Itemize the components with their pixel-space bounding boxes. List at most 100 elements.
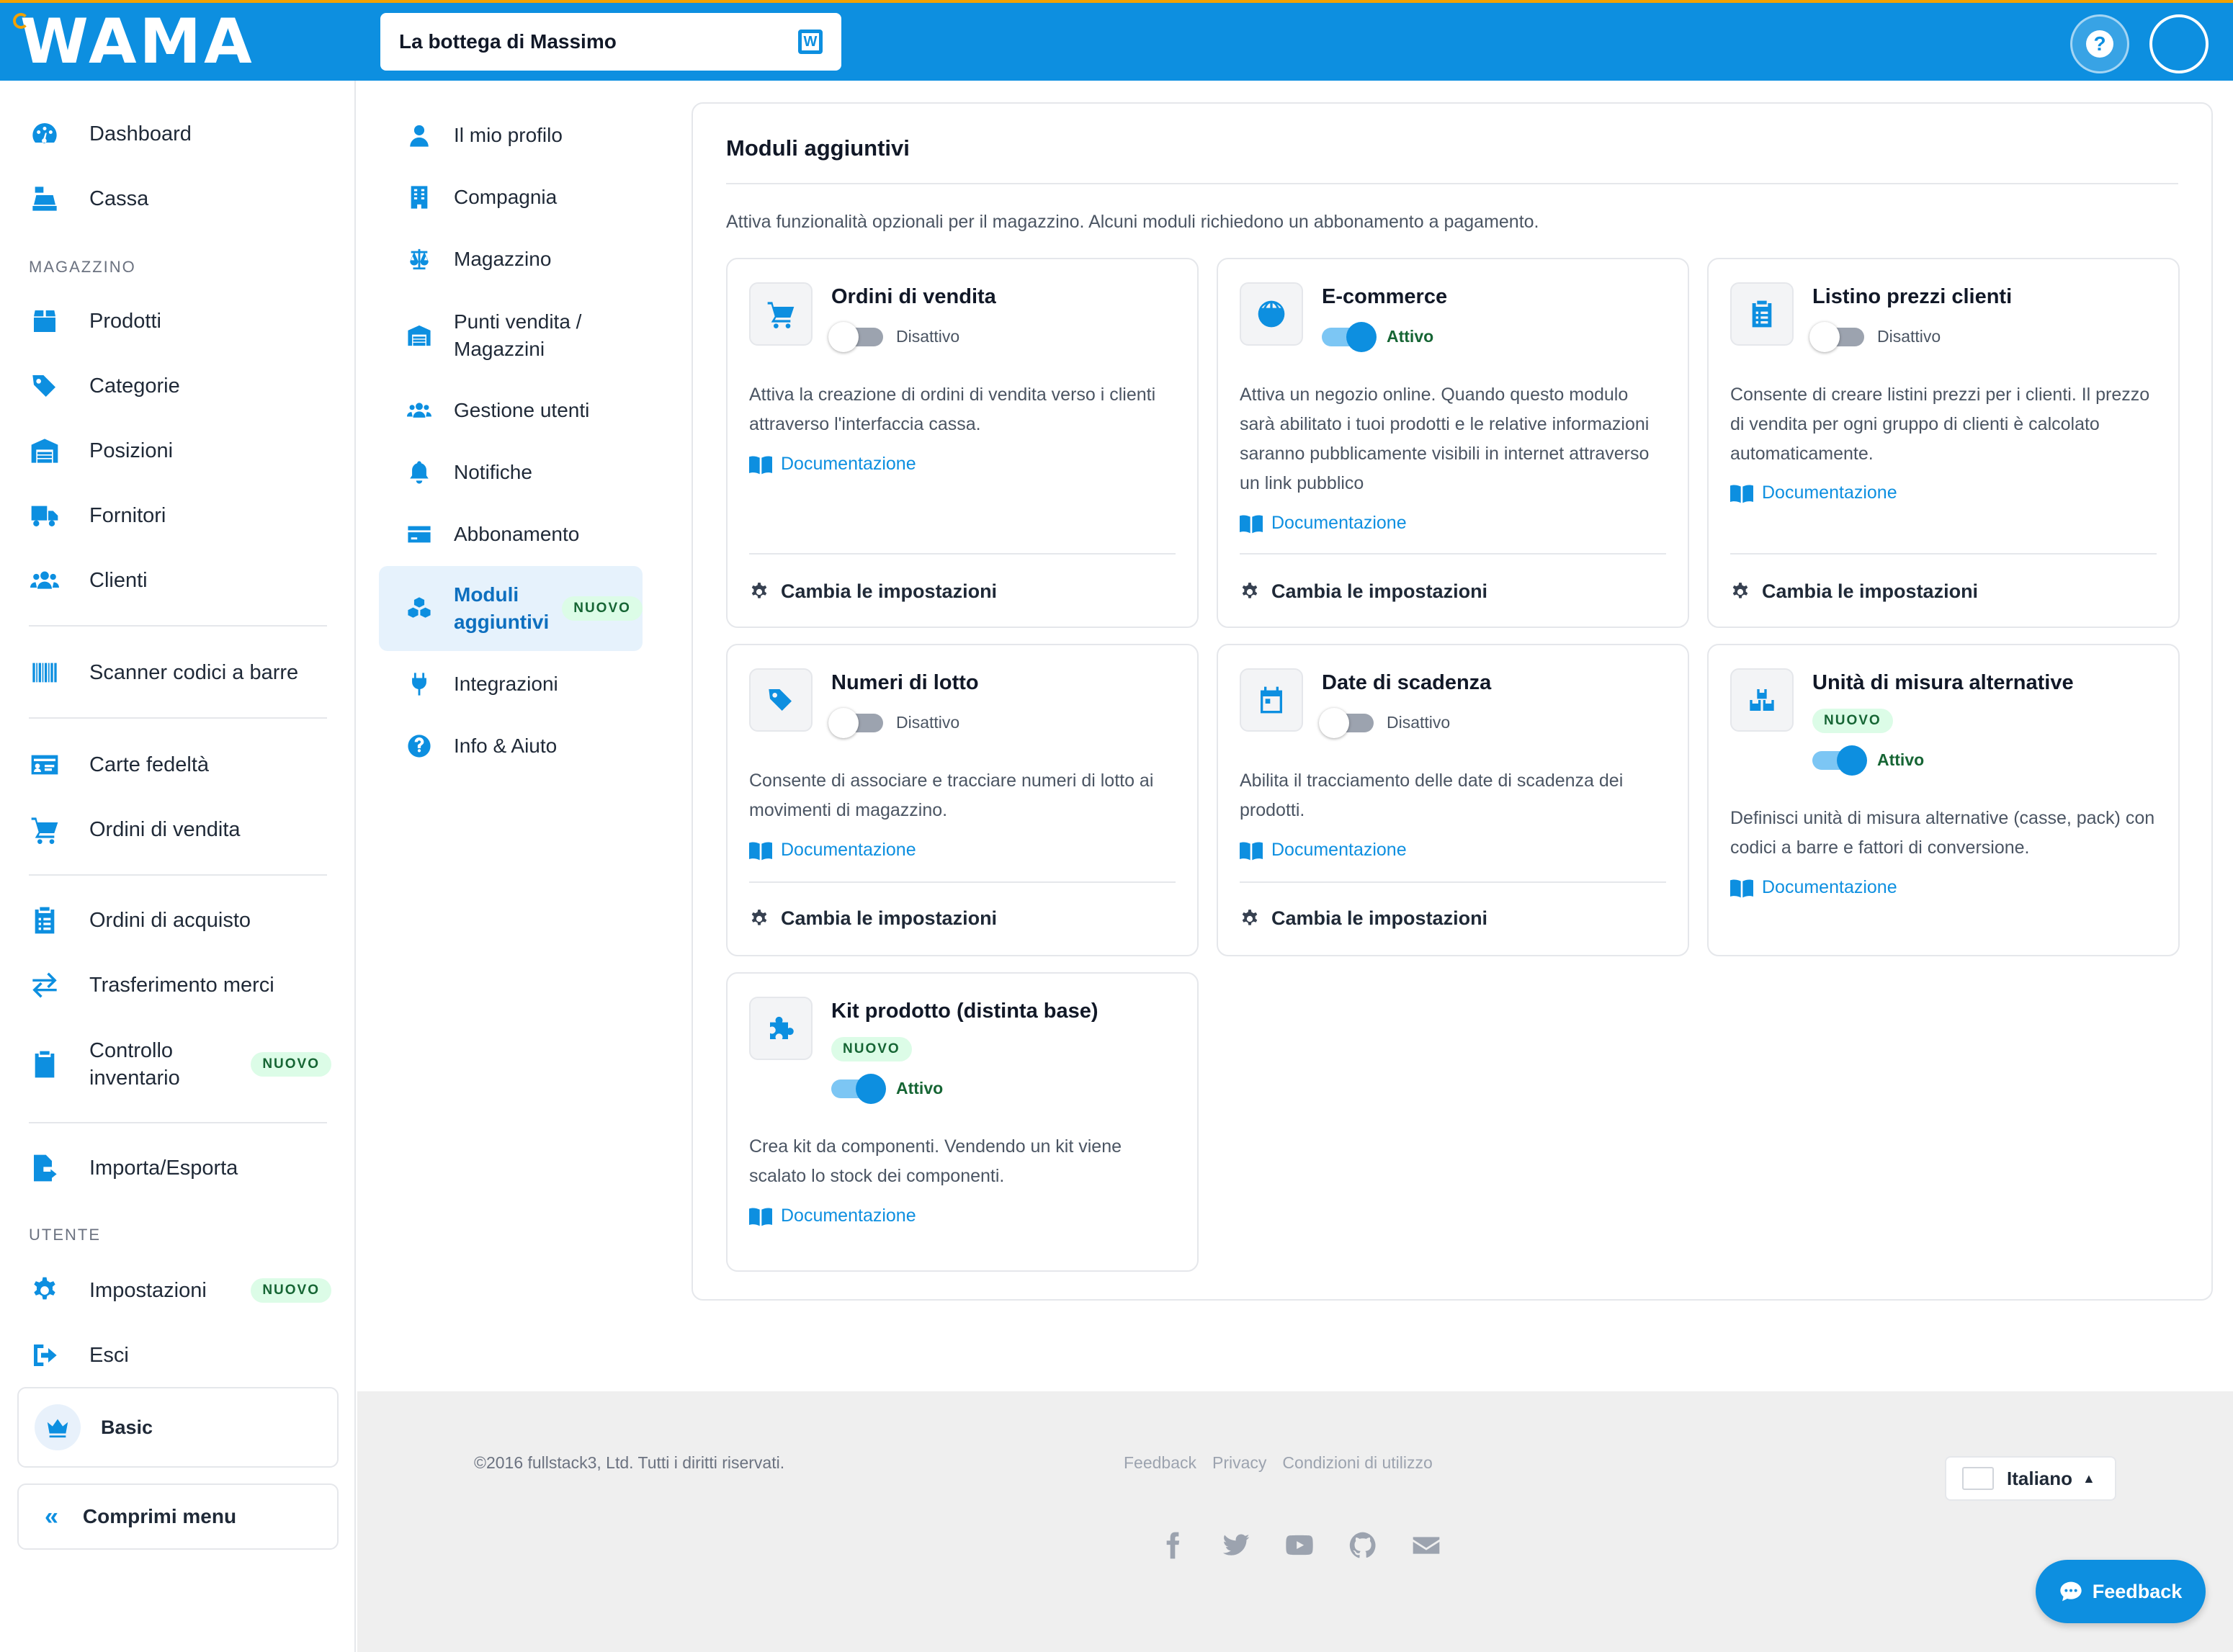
- gear-icon: [751, 909, 767, 925]
- clipboard-list-icon: [29, 904, 61, 936]
- sidebar-item-prodotti[interactable]: Prodotti: [29, 292, 331, 350]
- tags-icon: [29, 370, 61, 402]
- store-selector[interactable]: La bottega di Massimo W: [380, 13, 841, 71]
- documentation-link[interactable]: Documentazione: [1730, 482, 1897, 503]
- module-toggle[interactable]: Disattivo: [828, 707, 959, 738]
- subnav-item-magazzino[interactable]: Magazzino: [379, 230, 643, 288]
- card-divider: [1240, 553, 1666, 555]
- change-settings-button[interactable]: Cambia le impostazioni: [749, 907, 997, 930]
- toggle-status: Attivo: [1387, 327, 1434, 346]
- bell-icon: [405, 458, 434, 487]
- warehouse-icon: [29, 435, 61, 467]
- module-card-ecommerce: E-commerce Attivo Attiva un negozio onli…: [1217, 258, 1689, 628]
- puzzle-icon: [749, 997, 813, 1060]
- toggle-track: [1812, 745, 1867, 776]
- module-toggle[interactable]: Attivo: [831, 1073, 943, 1104]
- credit-card-icon: [405, 520, 434, 549]
- sidebar-item-ordini-acquisto[interactable]: Ordini di acquisto: [29, 892, 331, 949]
- sidebar-item-esci[interactable]: Esci: [29, 1326, 331, 1384]
- new-badge: NUOVO: [831, 1037, 912, 1061]
- subnav-item-integrazioni[interactable]: Integrazioni: [379, 655, 643, 713]
- sidebar-item-trasferimento[interactable]: Trasferimento merci: [29, 956, 331, 1014]
- footer-link-terms[interactable]: Condizioni di utilizzo: [1282, 1453, 1432, 1473]
- book-open-icon: [749, 455, 772, 474]
- sidebar-item-impostazioni[interactable]: Impostazioni NUOVO: [29, 1262, 331, 1319]
- toggle-track: [828, 321, 883, 352]
- sidebar-item-importa-esporta[interactable]: Importa/Esporta: [29, 1139, 331, 1197]
- cart-icon: [749, 282, 813, 346]
- module-description: Attiva un negozio online. Quando questo …: [1240, 385, 1650, 493]
- sidebar-item-dashboard[interactable]: Dashboard: [29, 105, 331, 163]
- change-settings-button[interactable]: Cambia le impostazioni: [749, 580, 997, 603]
- plan-indicator[interactable]: Basic: [17, 1387, 339, 1468]
- footer-link-privacy[interactable]: Privacy: [1212, 1453, 1266, 1473]
- subnav-item-abbonamento[interactable]: Abbonamento: [379, 506, 643, 563]
- subnav-item-profilo[interactable]: Il mio profilo: [379, 107, 643, 164]
- documentation-label: Documentazione: [781, 840, 916, 860]
- subnav-item-punti-vendita[interactable]: Punti vendita / Magazzini: [379, 307, 643, 364]
- facebook-icon[interactable]: [1157, 1530, 1189, 1561]
- documentation-link[interactable]: Documentazione: [749, 1206, 916, 1226]
- documentation-link[interactable]: Documentazione: [1240, 840, 1407, 861]
- change-settings-button[interactable]: Cambia le impostazioni: [1240, 907, 1487, 930]
- documentation-link[interactable]: Documentazione: [749, 454, 916, 475]
- user-icon: [405, 121, 434, 150]
- documentation-link[interactable]: Documentazione: [749, 840, 916, 861]
- section-label-utente: UTENTE: [29, 1226, 101, 1244]
- sidebar-item-posizioni[interactable]: Posizioni: [29, 422, 331, 480]
- sidebar-item-controllo-inventario[interactable]: Controllo inventario NUOVO: [29, 1036, 331, 1093]
- subnav-item-moduli-aggiuntivi[interactable]: Moduli aggiuntivi NUOVO: [379, 566, 643, 651]
- module-toggle[interactable]: Attivo: [1322, 321, 1434, 352]
- subnav-item-compagnia[interactable]: Compagnia: [379, 169, 643, 226]
- sidebar-item-clienti[interactable]: Clienti: [29, 552, 331, 609]
- subnav-item-gestione-utenti[interactable]: Gestione utenti: [379, 382, 643, 439]
- question-icon: ?: [2086, 30, 2113, 58]
- sidebar-divider: [29, 1122, 327, 1123]
- documentation-link[interactable]: Documentazione: [1240, 513, 1407, 534]
- subnav-item-label: Notifiche: [454, 461, 532, 483]
- sidebar-item-scanner[interactable]: Scanner codici a barre: [29, 644, 331, 701]
- sidebar-item-categorie[interactable]: Categorie: [29, 357, 331, 415]
- sidebar-item-fornitori[interactable]: Fornitori: [29, 487, 331, 544]
- sidebar-item-cassa[interactable]: Cassa: [29, 170, 331, 228]
- module-title: Ordini di vendita: [831, 285, 996, 308]
- subnav-item-notifiche[interactable]: Notifiche: [379, 444, 643, 501]
- dashboard-icon: [29, 118, 61, 150]
- new-badge: NUOVO: [1812, 709, 1893, 733]
- sidebar-item-carte-fedelta[interactable]: Carte fedeltà: [29, 736, 331, 794]
- new-badge: NUOVO: [562, 596, 643, 621]
- sidebar-divider: [29, 625, 327, 627]
- documentation-link[interactable]: Documentazione: [1730, 877, 1897, 898]
- page-footer: ©2016 fullstack3, Ltd. Tutti i diritti r…: [357, 1391, 2233, 1652]
- module-toggle[interactable]: Disattivo: [1319, 707, 1450, 738]
- card-divider: [1730, 553, 2157, 555]
- help-button[interactable]: ?: [2070, 14, 2129, 73]
- twitter-icon[interactable]: [1220, 1530, 1252, 1561]
- change-settings-button[interactable]: Cambia le impostazioni: [1730, 580, 1978, 603]
- module-toggle[interactable]: Attivo: [1812, 745, 1924, 776]
- change-settings-button[interactable]: Cambia le impostazioni: [1240, 580, 1487, 603]
- change-settings-label: Cambia le impostazioni: [1762, 580, 1979, 602]
- sidebar-item-label: Prodotti: [89, 309, 161, 333]
- feedback-button[interactable]: Feedback: [2036, 1560, 2206, 1623]
- sidebar-item-label: Esci: [89, 1343, 129, 1367]
- youtube-icon[interactable]: [1284, 1530, 1315, 1561]
- app-logo[interactable]: WAMA: [0, 3, 356, 81]
- toggle-track: [828, 707, 883, 738]
- documentation-label: Documentazione: [1271, 513, 1407, 533]
- github-icon[interactable]: [1347, 1530, 1379, 1561]
- building-icon: [405, 183, 434, 212]
- documentation-label: Documentazione: [1271, 840, 1407, 860]
- module-toggle[interactable]: Disattivo: [1809, 321, 1941, 352]
- envelope-icon[interactable]: [1410, 1530, 1442, 1561]
- collapse-menu-button[interactable]: « Comprimi menu: [17, 1483, 339, 1550]
- sidebar-item-label: Carte fedeltà: [89, 753, 210, 776]
- sidebar-item-ordini-vendita[interactable]: Ordini di vendita: [29, 801, 331, 858]
- subnav-item-info-aiuto[interactable]: Info & Aiuto: [379, 717, 643, 775]
- module-toggle[interactable]: Disattivo: [828, 321, 959, 352]
- question-circle-icon: [405, 732, 434, 760]
- footer-link-feedback[interactable]: Feedback: [1124, 1453, 1196, 1473]
- user-avatar-button[interactable]: [2149, 14, 2209, 73]
- language-selector[interactable]: Italiano ▲: [1945, 1456, 2116, 1501]
- toggle-track: [1319, 707, 1374, 738]
